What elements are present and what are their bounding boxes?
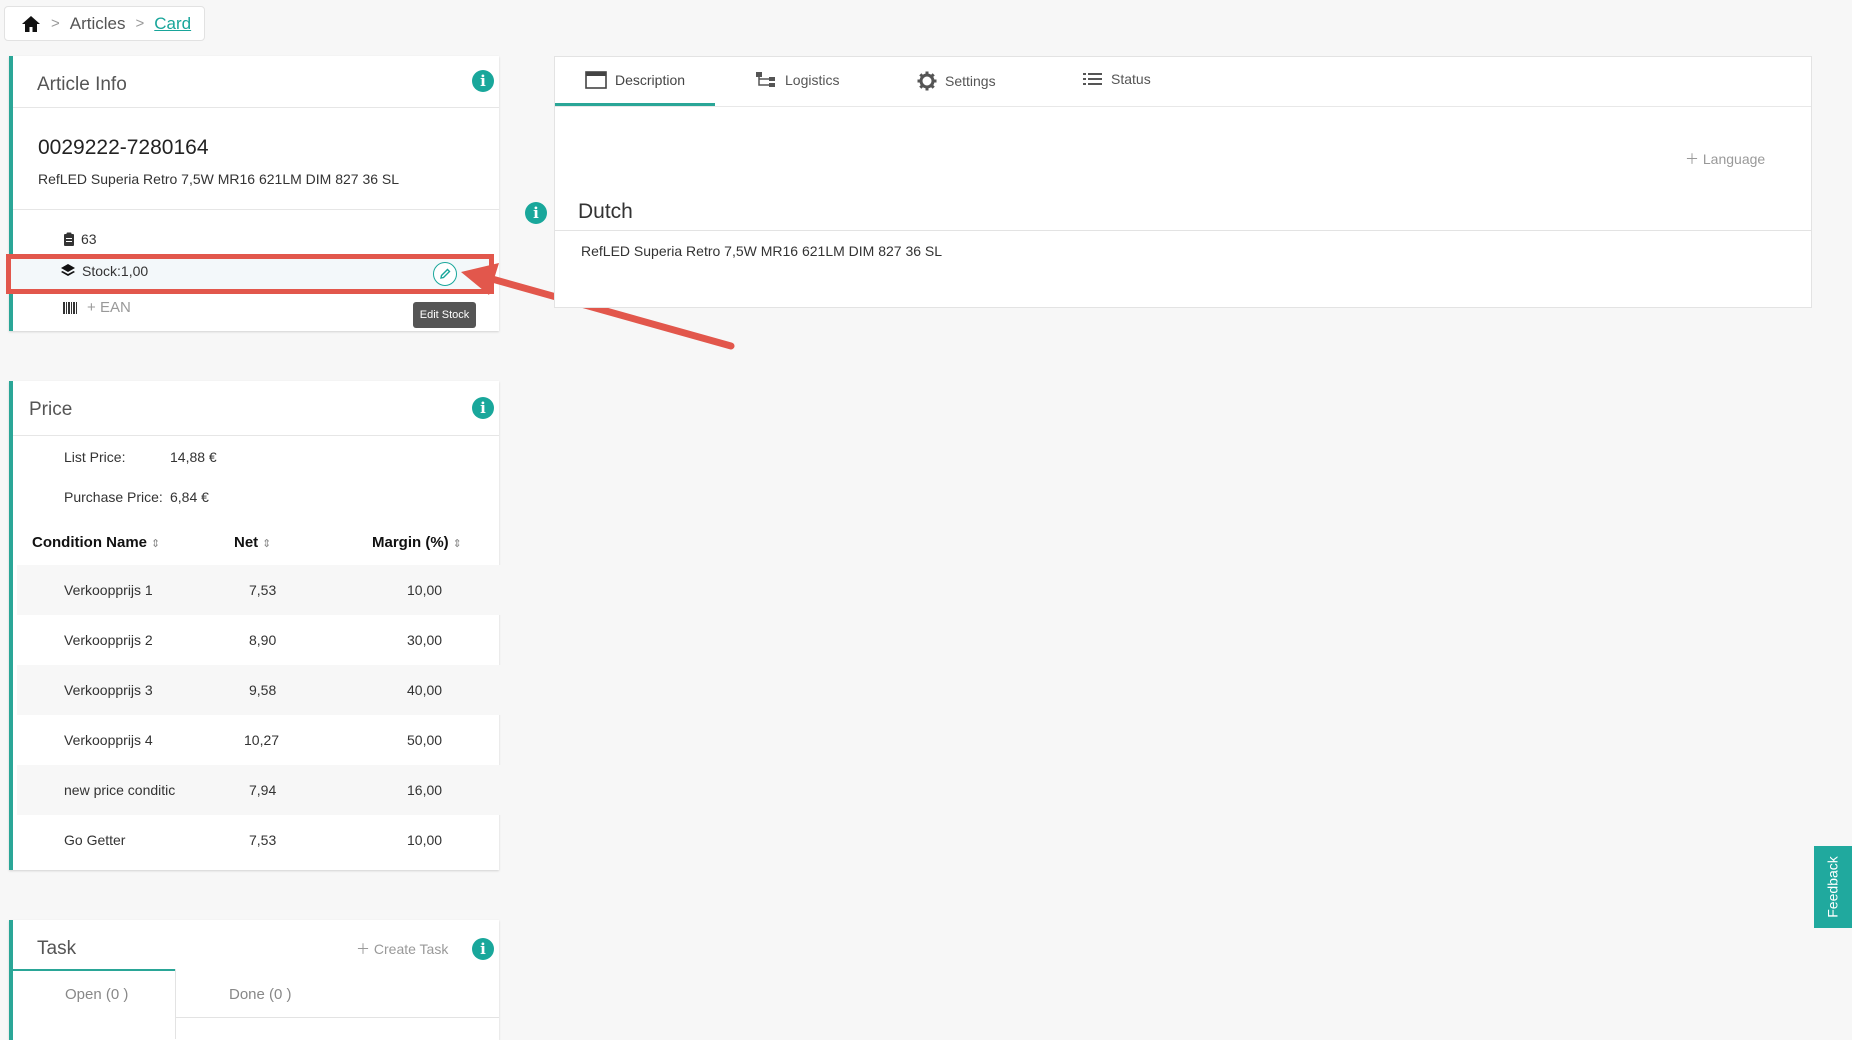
- margin-value: 50,00: [407, 732, 443, 748]
- info-icon[interactable]: i: [472, 397, 494, 419]
- price-title: Price: [29, 399, 73, 420]
- info-icon[interactable]: i: [472, 70, 494, 92]
- language-title: Dutch: [578, 200, 633, 223]
- table-row[interactable]: Verkoopprijs 3 9,58 40,00: [17, 665, 503, 715]
- margin-value: 40,00: [407, 682, 443, 698]
- home-icon[interactable]: [21, 15, 41, 33]
- list-price-label: List Price:: [64, 449, 126, 465]
- tab-done[interactable]: Done (0 ): [229, 986, 292, 1003]
- breadcrumb: > Articles > Card: [4, 6, 205, 41]
- breadcrumb-articles[interactable]: Articles: [70, 14, 126, 34]
- create-task-label: Create Task: [373, 941, 449, 957]
- stock-row: Stock:1,00: [60, 263, 148, 279]
- chevron-right-icon: >: [51, 15, 60, 32]
- tab-label: Settings: [945, 73, 996, 89]
- sort-icon: ⇕: [151, 538, 161, 550]
- info-icon[interactable]: i: [525, 202, 547, 224]
- window-icon: [585, 71, 607, 89]
- count-row: 63: [63, 231, 97, 247]
- gear-icon: [917, 71, 937, 91]
- condition-name: Verkoopprijs 3: [64, 682, 153, 698]
- table-row[interactable]: Go Getter 7,53 10,00: [17, 815, 503, 865]
- margin-value: 16,00: [407, 782, 443, 798]
- create-task-button[interactable]: ＋ Create Task: [356, 939, 448, 959]
- article-number: 0029222-7280164: [38, 136, 209, 159]
- breadcrumb-card[interactable]: Card: [154, 14, 191, 34]
- list-price-value: 14,88 €: [170, 449, 217, 465]
- chevron-right-icon: >: [135, 15, 145, 32]
- divider: [13, 435, 499, 436]
- column-net[interactable]: Net ⇕: [234, 534, 271, 551]
- price-card: Price i List Price: 14,88 € Purchase Pri…: [9, 381, 503, 870]
- feedback-label: Feedback: [1825, 856, 1842, 918]
- tab-description[interactable]: Description: [585, 71, 685, 89]
- divider: [176, 1017, 499, 1018]
- task-card: Task ＋ Create Task i Open (0 ) Done (0 ): [9, 920, 499, 1040]
- sort-icon: ⇕: [452, 538, 462, 550]
- task-title: Task: [37, 938, 77, 959]
- info-icon[interactable]: i: [472, 938, 494, 960]
- ean-row: + EAN: [63, 299, 131, 316]
- divider: [555, 106, 1811, 107]
- clipboard-icon: [64, 232, 74, 246]
- net-value: 9,58: [249, 682, 277, 698]
- condition-name: Go Getter: [64, 832, 126, 848]
- condition-name: new price conditic: [64, 782, 176, 798]
- description-card: Description Logistics Settings Status ＋ …: [554, 56, 1812, 308]
- tab-logistics[interactable]: Logistics: [755, 71, 839, 89]
- stock-value: Stock:1,00: [82, 263, 149, 279]
- tab-settings[interactable]: Settings: [917, 71, 996, 91]
- divider: [13, 107, 499, 108]
- ean-label: EAN: [99, 299, 131, 316]
- tab-label: Logistics: [785, 72, 840, 88]
- net-value: 10,27: [244, 732, 280, 748]
- language-button-label: Language: [1702, 151, 1766, 167]
- column-margin[interactable]: Margin (%) ⇕: [372, 534, 462, 551]
- net-value: 7,53: [249, 582, 277, 598]
- net-value: 7,53: [249, 832, 277, 848]
- table-row[interactable]: new price conditic 7,94 16,00: [17, 765, 503, 815]
- stock-row-highlight: Stock:1,00: [6, 254, 494, 294]
- column-condition-name[interactable]: Condition Name ⇕: [32, 534, 160, 551]
- condition-name: Verkoopprijs 1: [64, 582, 153, 598]
- purchase-price-value: 6,84 €: [170, 489, 209, 505]
- add-ean-button[interactable]: + EAN: [87, 299, 131, 316]
- net-value: 8,90: [249, 632, 277, 648]
- edit-stock-button[interactable]: [433, 262, 457, 286]
- feedback-button[interactable]: Feedback: [1814, 846, 1852, 928]
- column-header-label: Net: [234, 534, 259, 551]
- barcode-icon: [63, 301, 77, 314]
- margin-value: 30,00: [407, 632, 443, 648]
- tab-label: Status: [1111, 71, 1151, 87]
- sort-icon: ⇕: [262, 538, 272, 550]
- article-description: RefLED Superia Retro 7,5W MR16 621LM DIM…: [38, 171, 400, 187]
- tab-label: Description: [615, 72, 686, 88]
- sitemap-icon: [756, 72, 775, 87]
- column-header-label: Margin (%): [372, 534, 449, 551]
- language-description: RefLED Superia Retro 7,5W MR16 621LM DIM…: [581, 243, 943, 259]
- net-value: 7,94: [249, 782, 277, 798]
- count-value: 63: [81, 231, 97, 247]
- task-tab-underline: [13, 969, 175, 971]
- divider: [13, 209, 499, 210]
- margin-value: 10,00: [407, 582, 443, 598]
- layers-icon: [61, 264, 75, 276]
- tab-open[interactable]: Open (0 ): [65, 986, 128, 1003]
- table-row[interactable]: Verkoopprijs 2 8,90 30,00: [17, 615, 503, 665]
- table-row[interactable]: Verkoopprijs 4 10,27 50,00: [17, 715, 503, 765]
- tab-status[interactable]: Status: [1083, 71, 1151, 87]
- condition-name: Verkoopprijs 4: [64, 732, 153, 748]
- divider: [555, 230, 1811, 231]
- list-icon: [1083, 73, 1102, 85]
- pencil-icon: [440, 268, 451, 279]
- margin-value: 10,00: [407, 832, 443, 848]
- condition-name: Verkoopprijs 2: [64, 632, 153, 648]
- column-header-label: Condition Name: [32, 534, 147, 551]
- add-language-button[interactable]: ＋ Language: [1685, 149, 1765, 169]
- table-row[interactable]: Verkoopprijs 1 7,53 10,00: [17, 565, 503, 615]
- article-info-title: Article Info: [37, 74, 127, 95]
- purchase-price-label: Purchase Price:: [64, 489, 163, 505]
